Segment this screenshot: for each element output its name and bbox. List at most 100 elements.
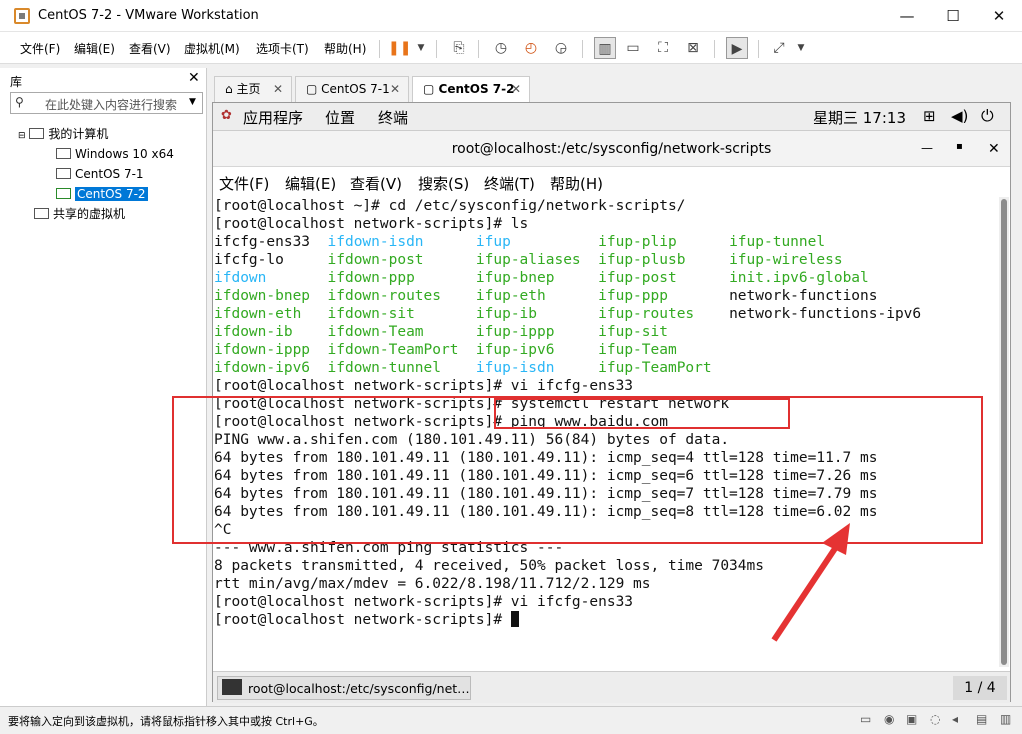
close-button[interactable]: ✕: [976, 0, 1022, 32]
gnome-apps-menu[interactable]: 应用程序: [243, 107, 303, 128]
library-close-icon[interactable]: ✕: [188, 70, 200, 86]
chevron-down-icon[interactable]: ▼: [790, 37, 812, 59]
terminal-minimize-icon[interactable]: —: [921, 141, 933, 155]
terminal-line: [root@localhost ~]# cd /etc/sysconfig/ne…: [214, 198, 686, 214]
console-view-icon[interactable]: ▶: [726, 37, 748, 59]
ls-entry: ifdown-isdn: [327, 234, 476, 250]
snapshot-manager-icon[interactable]: ◶: [550, 37, 572, 59]
tree-vm-centos2[interactable]: CentOS 7-2: [56, 185, 174, 203]
ls-entry: ifdown-ippp: [214, 342, 328, 358]
pause-icon[interactable]: ❚❚: [388, 37, 411, 59]
device-network-icon[interactable]: ▣: [906, 712, 917, 726]
device-display-icon[interactable]: ▤: [976, 712, 987, 726]
menu-tabs[interactable]: 选项卡(T): [256, 40, 309, 57]
ls-entry: init.ipv6-global: [729, 270, 930, 286]
chevron-down-icon[interactable]: ▼: [189, 97, 196, 107]
menu-vm[interactable]: 虚拟机(M): [184, 40, 240, 57]
gnome-clock[interactable]: 星期三 17:13: [813, 107, 906, 128]
terminal-maximize-icon[interactable]: ▪: [956, 141, 963, 152]
gnome-terminal-menu[interactable]: 终端: [378, 107, 408, 128]
device-hdd-icon[interactable]: ▭: [860, 712, 871, 726]
ls-entry: ifcfg-lo: [214, 252, 328, 268]
ls-entry: ifup-ippp: [475, 324, 599, 340]
ls-entry: ifup-aliases: [475, 252, 599, 268]
terminal-line: [root@localhost network-scripts]#: [214, 611, 1010, 629]
minimize-button[interactable]: —: [884, 0, 930, 32]
tree-vm-centos1[interactable]: CentOS 7-1: [56, 165, 174, 183]
tree-shared-vms[interactable]: 共享的虚拟机: [34, 205, 174, 223]
terminal-line: [root@localhost network-scripts]# ls: [214, 216, 529, 232]
ls-entry: ifup-ipv6: [475, 342, 599, 358]
device-sound-icon[interactable]: ◂: [952, 712, 958, 726]
menu-file[interactable]: 文件(F): [20, 40, 60, 57]
annotation-arrow: [771, 523, 850, 642]
send-keys-icon[interactable]: ⎘: [448, 37, 470, 59]
close-icon[interactable]: ✕: [273, 77, 283, 101]
unity-icon[interactable]: ⊠: [682, 37, 704, 59]
ls-entry: ifdown-ipv6: [214, 360, 328, 376]
sidebar-toggle-icon[interactable]: ▥: [594, 37, 616, 59]
chevron-down-icon[interactable]: ▼: [410, 37, 432, 59]
ls-entry: ifup-plusb: [598, 252, 730, 268]
snapshot-icon[interactable]: ◷: [490, 37, 512, 59]
workspace-pager[interactable]: 1 / 4: [953, 676, 1007, 700]
term-menu-terminal[interactable]: 终端(T): [484, 173, 535, 194]
term-menu-edit[interactable]: 编辑(E): [285, 173, 336, 194]
status-bar: 要将输入定向到该虚拟机，请将鼠标指针移入其中或按 Ctrl+G。 ▭ ◉ ▣ ◌…: [0, 706, 1022, 734]
vmware-logo-icon: [14, 8, 30, 24]
close-icon[interactable]: ✕: [511, 77, 521, 101]
terminal-scrollbar[interactable]: [999, 197, 1009, 667]
ls-entry: ifdown-tunnel: [327, 360, 476, 376]
device-cd-icon[interactable]: ◉: [884, 712, 894, 726]
power-icon[interactable]: ⏻: [981, 106, 994, 126]
terminal-cursor: [510, 611, 519, 627]
ls-entry: ifup-Team: [598, 342, 730, 358]
ls-entry: ifdown: [214, 270, 328, 286]
menu-view[interactable]: 查看(V): [129, 40, 171, 57]
library-search-input[interactable]: ⚲ 在此处键入内容进行搜索 ▼: [10, 92, 203, 114]
terminal-icon: [222, 679, 242, 695]
tree-vm-windows[interactable]: Windows 10 x64: [56, 145, 174, 163]
gnome-top-bar: ✿ 应用程序 位置 终端 星期三 17:13 ⊞ ◀) ⏻: [213, 103, 1010, 131]
vm-running-icon: [56, 188, 71, 199]
search-placeholder: 在此处键入内容进行搜索: [45, 98, 178, 112]
stretch-icon[interactable]: ⤢: [768, 37, 790, 59]
tab-home[interactable]: ⌂ 主页 ✕: [214, 76, 292, 102]
terminal-line: rtt min/avg/max/mdev = 6.022/8.198/11.71…: [214, 576, 651, 592]
ls-entry: ifup: [475, 234, 599, 250]
device-message-icon[interactable]: ▥: [1000, 712, 1011, 726]
volume-icon[interactable]: ◀): [951, 107, 968, 125]
taskbar-terminal-item[interactable]: root@localhost:/etc/sysconfig/net…: [217, 676, 471, 700]
network-icon[interactable]: ⊞: [923, 107, 936, 125]
ls-entry: [729, 342, 930, 358]
menu-toolbar: 文件(F) 编辑(E) 查看(V) 虚拟机(M) 选项卡(T) 帮助(H) ❚❚…: [0, 32, 1022, 64]
terminal-line: ifdown-ipv6 ifdown-tunnel ifup-isdn ifup…: [214, 359, 1010, 377]
term-menu-view[interactable]: 查看(V): [350, 173, 402, 194]
ls-entry: ifup-ib: [475, 306, 599, 322]
ls-entry: network-functions-ipv6: [729, 306, 930, 322]
vm-icon: [56, 148, 71, 159]
ls-entry: ifup-eth: [475, 288, 599, 304]
tab-centos1[interactable]: ▢ CentOS 7-1 ✕: [295, 76, 409, 102]
term-menu-help[interactable]: 帮助(H): [550, 173, 603, 194]
thumbnail-icon[interactable]: ▭: [622, 37, 644, 59]
vm-tab-icon: ▢: [423, 82, 435, 96]
apps-icon: ✿: [221, 108, 232, 123]
close-icon[interactable]: ✕: [390, 77, 400, 101]
revert-snapshot-icon[interactable]: ◴: [520, 37, 542, 59]
gnome-taskbar: root@localhost:/etc/sysconfig/net… 1 / 4: [213, 671, 1010, 703]
ls-entry: ifup-TeamPort: [598, 360, 730, 376]
device-usb-icon[interactable]: ◌: [930, 712, 940, 726]
term-menu-search[interactable]: 搜索(S): [418, 173, 469, 194]
ls-entry: ifdown-ib: [214, 324, 328, 340]
terminal-close-icon[interactable]: ✕: [988, 141, 1000, 157]
terminal-line: [root@localhost network-scripts]# vi ifc…: [214, 378, 634, 394]
maximize-button[interactable]: ☐: [930, 0, 976, 32]
tree-my-computer[interactable]: ⊟ 我的计算机: [18, 125, 174, 143]
tab-centos2[interactable]: ▢ CentOS 7-2 ✕: [412, 76, 530, 102]
gnome-places-menu[interactable]: 位置: [325, 107, 355, 128]
menu-edit[interactable]: 编辑(E): [74, 40, 115, 57]
menu-help[interactable]: 帮助(H): [324, 40, 366, 57]
term-menu-file[interactable]: 文件(F): [219, 173, 269, 194]
fullscreen-icon[interactable]: ⛶: [652, 37, 674, 59]
